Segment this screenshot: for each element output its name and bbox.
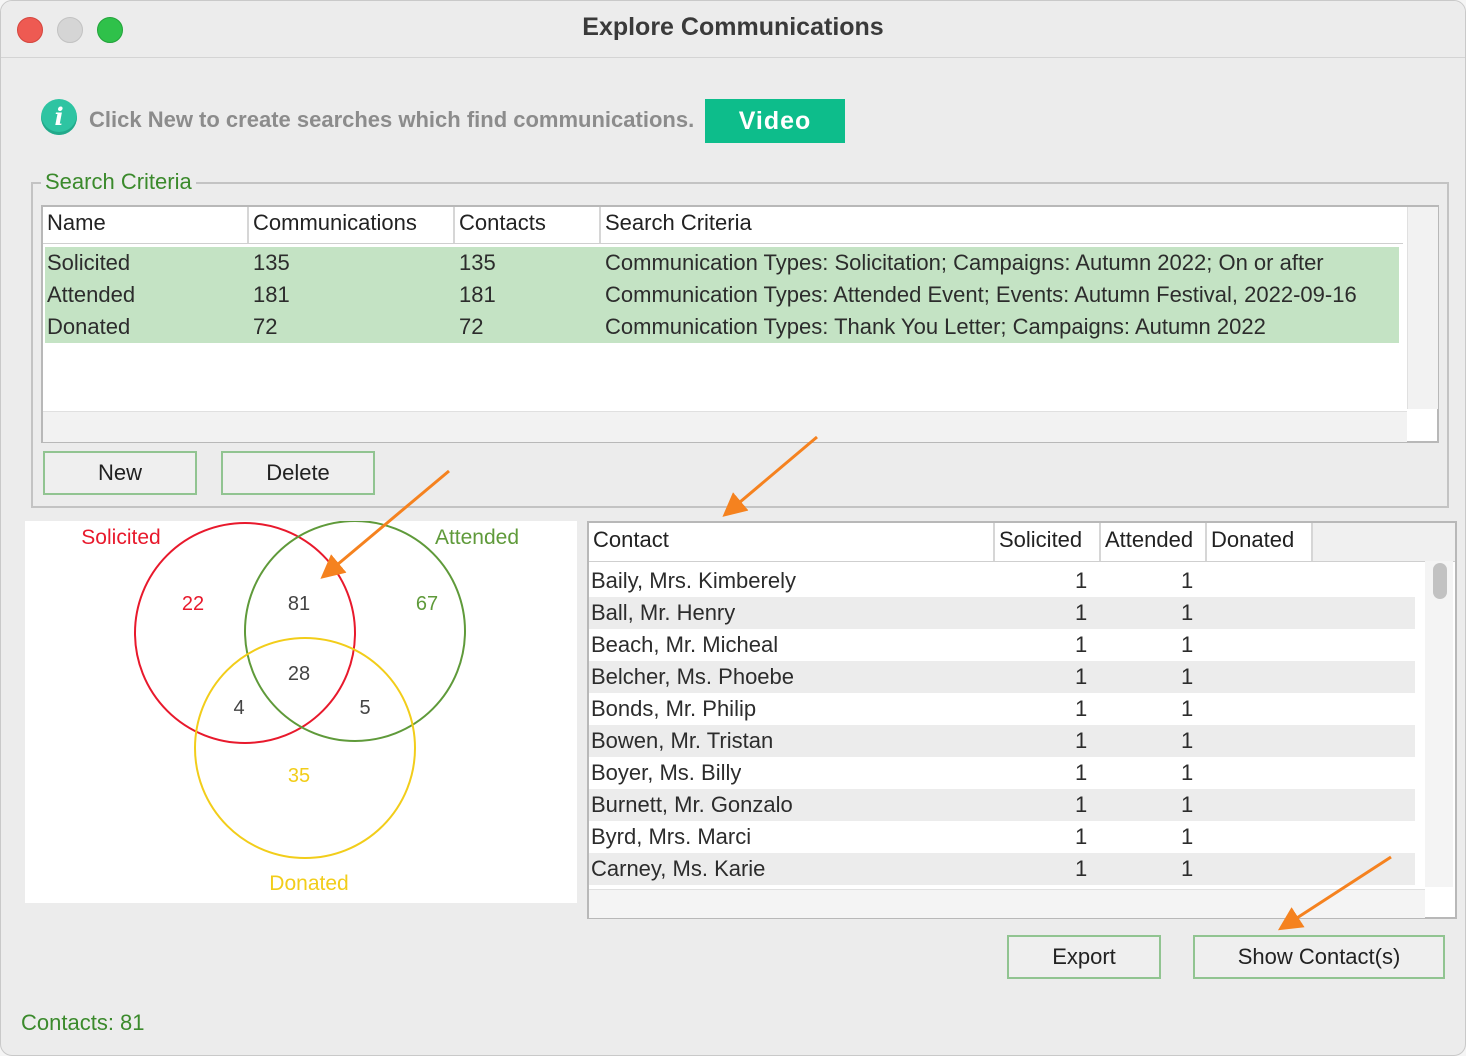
contact-row[interactable]: Belcher, Ms. Phoebe 1 1 [589,661,1415,693]
column-header-contact[interactable]: Contact [589,523,995,561]
contact-solicited: 1 [1075,568,1088,593]
search-criteria-row[interactable]: Attended 181 181 Communication Types: At… [45,279,1399,311]
row-criteria: Communication Types: Thank You Letter; C… [605,314,1266,339]
contact-name: Carney, Ms. Karie [591,856,766,881]
contact-solicited: 1 [1075,760,1088,785]
contact-row[interactable]: Ball, Mr. Henry 1 1 [589,597,1415,629]
venn-count-solicited-donated: 4 [233,697,244,719]
contact-name: Bonds, Mr. Philip [591,696,757,721]
new-button[interactable]: New [43,451,197,495]
contact-name: Byrd, Mrs. Marci [591,824,752,849]
contact-name: Beach, Mr. Micheal [591,632,779,657]
contact-row[interactable]: Bowen, Mr. Tristan 1 1 [589,725,1415,757]
row-communications: 135 [253,250,290,275]
search-criteria-row[interactable]: Solicited 135 135 Communication Types: S… [45,247,1399,279]
contacts-table: Contact Solicited Attended Donated Baily… [587,521,1457,919]
column-header-donated[interactable]: Donated [1207,523,1313,561]
export-button[interactable]: Export [1007,935,1161,979]
contact-solicited: 1 [1075,600,1088,625]
contact-row[interactable]: Byrd, Mrs. Marci 1 1 [589,821,1415,853]
contact-solicited: 1 [1075,728,1088,753]
row-criteria: Communication Types: Solicitation; Campa… [605,250,1324,275]
venn-diagram: Solicited Attended Donated 22 81 67 28 4… [81,520,519,895]
explore-communications-window: Explore Communications i Click New to cr… [0,0,1466,1056]
contact-row[interactable]: Boyer, Ms. Billy 1 1 [589,757,1415,789]
contact-name: Boyer, Ms. Billy [591,760,742,785]
contacts-vertical-scrollbar[interactable] [1425,561,1453,887]
contact-attended: 1 [1181,568,1194,593]
window-title: Explore Communications [582,13,884,41]
contact-solicited: 1 [1075,792,1088,817]
contacts-horizontal-scrollbar[interactable] [589,889,1425,918]
row-contacts: 135 [459,250,496,275]
contact-attended: 1 [1181,728,1194,753]
venn-label-donated: Donated [269,872,348,895]
search-criteria-row[interactable]: Donated 72 72 Communication Types: Thank… [45,311,1399,343]
row-contacts: 181 [459,282,496,307]
venn-label-attended: Attended [435,526,519,549]
video-button[interactable]: Video [705,99,845,143]
info-text: Click New to create searches which find … [89,107,695,132]
venn-count-attended-donated: 5 [359,697,370,719]
row-criteria: Communication Types: Attended Event; Eve… [605,282,1357,307]
venn-count-donated-only: 35 [288,765,310,787]
contact-solicited: 1 [1075,824,1088,849]
column-header-search-criteria[interactable]: Search Criteria [601,207,1403,243]
contact-attended: 1 [1181,664,1194,689]
contact-row[interactable]: Burnett, Mr. Gonzalo 1 1 [589,789,1415,821]
row-communications: 72 [253,314,278,339]
venn-count-solicited-attended: 81 [288,593,310,615]
contact-attended: 1 [1181,824,1194,849]
contact-attended: 1 [1181,632,1194,657]
contact-attended: 1 [1181,856,1194,881]
show-contacts-button[interactable]: Show Contact(s) [1193,935,1445,979]
venn-count-all-three: 28 [288,663,310,685]
venn-count-solicited-only: 22 [182,593,204,615]
status-contacts-count: Contacts: 81 [21,1010,145,1035]
venn-diagram-panel: Solicited Attended Donated 22 81 67 28 4… [25,520,577,903]
column-header-attended[interactable]: Attended [1101,523,1207,561]
contact-name: Bowen, Mr. Tristan [591,728,774,753]
contact-attended: 1 [1181,792,1194,817]
venn-count-attended-only: 67 [416,593,438,615]
contact-name: Baily, Mrs. Kimberely [591,568,796,593]
search-criteria-horizontal-scrollbar[interactable] [43,411,1407,442]
search-criteria-table-header: Name Communications Contacts Search Crit… [43,207,1403,244]
contact-row[interactable]: Bonds, Mr. Philip 1 1 [589,693,1415,725]
contact-row[interactable]: Carney, Ms. Karie 1 1 [589,853,1415,885]
contact-solicited: 1 [1075,856,1088,881]
contacts-table-header: Contact Solicited Attended Donated [589,523,1455,562]
contact-attended: 1 [1181,696,1194,721]
contact-solicited: 1 [1075,664,1088,689]
contact-solicited: 1 [1075,696,1088,721]
column-header-solicited[interactable]: Solicited [995,523,1101,561]
contact-solicited: 1 [1075,632,1088,657]
column-header-communications[interactable]: Communications [249,207,455,243]
venn-label-solicited: Solicited [81,526,160,549]
contact-name: Burnett, Mr. Gonzalo [591,792,793,817]
contact-name: Belcher, Ms. Phoebe [591,664,795,689]
row-name: Attended [47,282,136,307]
row-contacts: 72 [459,314,484,339]
contact-attended: 1 [1181,760,1194,785]
delete-button[interactable]: Delete [221,451,375,495]
search-criteria-legend: Search Criteria [41,169,196,195]
contacts-scroll-thumb[interactable] [1433,563,1447,599]
search-criteria-table: Name Communications Contacts Search Crit… [41,205,1439,443]
contact-name: Ball, Mr. Henry [591,600,736,625]
column-header-name[interactable]: Name [43,207,249,243]
row-name: Solicited [47,250,131,275]
column-header-contacts[interactable]: Contacts [455,207,601,243]
title-bar: Explore Communications [1,1,1465,58]
row-name: Donated [47,314,131,339]
info-icon: i [41,99,77,135]
contact-row[interactable]: Baily, Mrs. Kimberely 1 1 [589,565,1415,597]
search-criteria-vertical-scrollbar[interactable] [1407,207,1438,409]
contacts-list: Baily, Mrs. Kimberely 1 1 Ball, Mr. Henr… [589,565,1415,889]
row-communications: 181 [253,282,290,307]
contact-row[interactable]: Beach, Mr. Micheal 1 1 [589,629,1415,661]
contact-attended: 1 [1181,600,1194,625]
